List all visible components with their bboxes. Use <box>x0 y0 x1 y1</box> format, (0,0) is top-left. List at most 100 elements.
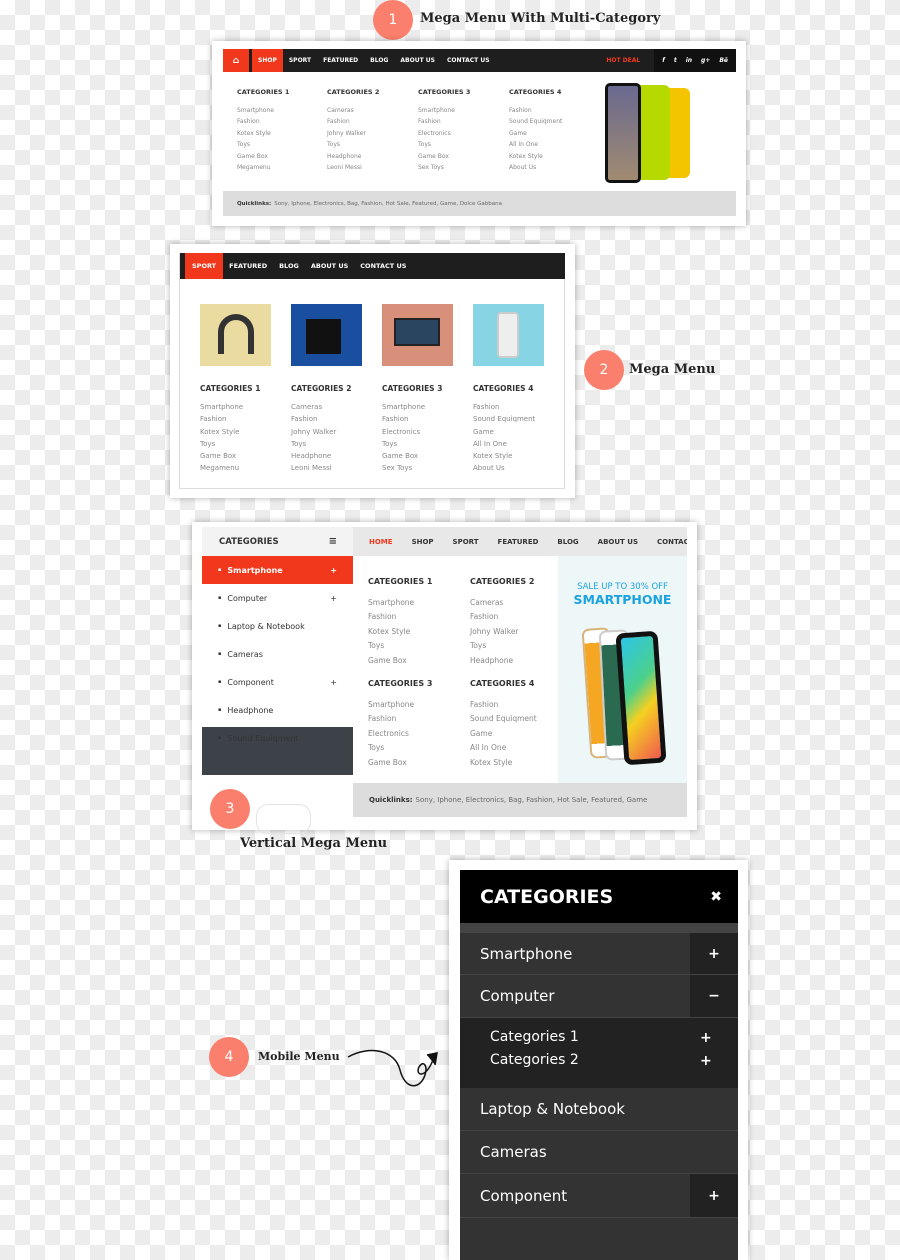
category-link[interactable]: Fashion <box>418 116 470 128</box>
category-link[interactable]: Game <box>509 128 562 140</box>
category-link[interactable]: Electronics <box>418 128 470 140</box>
nav-item[interactable]: CONTACT <box>657 538 687 546</box>
category-link[interactable]: Leoni Messi <box>291 462 351 474</box>
category-link[interactable]: All In One <box>473 438 535 450</box>
category-link[interactable]: Smartphone <box>368 698 432 713</box>
plus-icon[interactable]: + <box>330 594 337 603</box>
category-link[interactable]: Game Box <box>368 756 432 771</box>
category-link[interactable]: Fashion <box>327 116 379 128</box>
plus-icon[interactable]: + <box>700 1030 712 1046</box>
category-link[interactable]: Johny Walker <box>291 426 351 438</box>
category-link[interactable]: Game Box <box>382 450 442 462</box>
category-link[interactable]: Johny Walker <box>327 128 379 140</box>
mobile-item-cameras[interactable]: Cameras <box>460 1131 738 1174</box>
category-link[interactable]: Sex Toys <box>418 162 470 174</box>
sidebar-item[interactable]: ▪ Sound Equiqment <box>202 724 353 752</box>
nav-item[interactable]: SPORT <box>453 538 479 546</box>
category-link[interactable]: Cameras <box>327 105 379 117</box>
category-link[interactable]: Sex Toys <box>382 462 442 474</box>
sidebar-item[interactable]: ▪ Laptop & Notebook <box>202 612 353 640</box>
category-link[interactable]: Kotex Style <box>470 756 537 771</box>
twitter-icon[interactable]: t <box>674 57 677 64</box>
category-link[interactable]: Sound Equiqment <box>470 712 537 727</box>
mobile-item-computer[interactable]: Computer − <box>460 975 738 1018</box>
sidebar-item[interactable]: ▪ Computer + <box>202 584 353 612</box>
category-link[interactable]: Kotex Style <box>473 450 535 462</box>
category-link[interactable]: Megamenu <box>200 462 260 474</box>
google-plus-icon[interactable]: g+ <box>701 57 710 64</box>
category-link[interactable]: All In One <box>509 139 562 151</box>
category-link[interactable]: Megamenu <box>237 162 289 174</box>
category-link[interactable]: Toys <box>470 639 534 654</box>
category-link[interactable]: Smartphone <box>382 401 442 413</box>
category-link[interactable]: Game Box <box>418 151 470 163</box>
category-link[interactable]: Fashion <box>470 698 537 713</box>
category-link[interactable]: Game <box>470 727 537 742</box>
category-link[interactable]: Headphone <box>327 151 379 163</box>
plus-icon[interactable]: + <box>330 678 337 687</box>
category-link[interactable]: Sound Equiqment <box>473 413 535 425</box>
plus-icon[interactable]: + <box>330 566 337 575</box>
category-link[interactable]: Headphone <box>470 654 534 669</box>
category-link[interactable]: Game Box <box>237 151 289 163</box>
mobile-item-smartphone[interactable]: Smartphone + <box>460 933 738 975</box>
nav-item[interactable]: FEATURED <box>223 253 273 279</box>
category-link[interactable]: Game Box <box>200 450 260 462</box>
nav-item[interactable]: FEATURED <box>317 49 364 72</box>
nav-item[interactable]: CONTACT US <box>354 253 412 279</box>
category-link[interactable]: Kotex Style <box>237 128 289 140</box>
category-link[interactable]: Game Box <box>368 654 432 669</box>
minus-icon[interactable]: − <box>690 975 738 1017</box>
category-link[interactable]: Fashion <box>473 401 535 413</box>
category-link[interactable]: Fashion <box>368 610 432 625</box>
sidebar-item[interactable]: ▪ Cameras <box>202 640 353 668</box>
category-link[interactable]: Smartphone <box>418 105 470 117</box>
nav-item[interactable]: ABOUT US <box>394 49 441 72</box>
nav-item[interactable]: BLOG <box>364 49 394 72</box>
mobile-item-component[interactable]: Component + <box>460 1174 738 1218</box>
nav-item[interactable]: CONTACT US <box>441 49 496 72</box>
mobile-item[interactable] <box>460 1218 738 1260</box>
category-link[interactable]: Fashion <box>368 712 432 727</box>
linkedin-icon[interactable]: in <box>686 57 692 64</box>
category-link[interactable]: Headphone <box>291 450 351 462</box>
hamburger-icon[interactable]: ≡ <box>329 536 337 547</box>
home-icon[interactable]: ⌂ <box>223 49 249 72</box>
nav-item[interactable]: SPORT <box>185 253 224 279</box>
category-link[interactable]: Fashion <box>237 116 289 128</box>
category-link[interactable]: Toys <box>291 438 351 450</box>
category-link[interactable]: Cameras <box>291 401 351 413</box>
nav-item[interactable]: ABOUT US <box>598 538 638 546</box>
category-link[interactable]: Electronics <box>382 426 442 438</box>
category-link[interactable]: Toys <box>368 639 432 654</box>
nav-item[interactable]: HOME <box>369 538 393 546</box>
category-link[interactable]: Smartphone <box>368 596 432 611</box>
category-link[interactable]: Johny Walker <box>470 625 534 640</box>
category-link[interactable]: Smartphone <box>200 401 260 413</box>
category-link[interactable]: Game <box>473 426 535 438</box>
nav-item[interactable]: SHOP <box>252 49 283 72</box>
nav-item[interactable]: BLOG <box>557 538 578 546</box>
category-link[interactable]: Fashion <box>382 413 442 425</box>
category-link[interactable]: Smartphone <box>237 105 289 117</box>
category-link[interactable]: Fashion <box>509 105 562 117</box>
category-link[interactable]: Electronics <box>368 727 432 742</box>
quicklinks[interactable]: Sony, Iphone, Electronics, Bag, Fashion,… <box>416 796 648 804</box>
category-link[interactable]: About Us <box>509 162 562 174</box>
category-link[interactable]: Toys <box>382 438 442 450</box>
behance-icon[interactable]: Bē <box>719 57 728 64</box>
plus-icon[interactable]: + <box>700 1053 712 1069</box>
category-link[interactable]: Toys <box>200 438 260 450</box>
category-link[interactable]: Leoni Messi <box>327 162 379 174</box>
nav-item[interactable]: BLOG <box>273 253 305 279</box>
hot-deal-link[interactable]: HOT DEAL <box>600 49 654 72</box>
mobile-item-laptop[interactable]: Laptop & Notebook <box>460 1088 738 1131</box>
nav-item[interactable]: SPORT <box>283 49 317 72</box>
category-link[interactable]: Toys <box>327 139 379 151</box>
category-link[interactable]: Kotex Style <box>200 426 260 438</box>
plus-icon[interactable]: + <box>690 933 738 974</box>
facebook-icon[interactable]: f <box>662 57 665 64</box>
nav-item[interactable]: FEATURED <box>498 538 539 546</box>
category-link[interactable]: Toys <box>237 139 289 151</box>
sidebar-item[interactable]: ▪ Smartphone + <box>202 556 353 584</box>
